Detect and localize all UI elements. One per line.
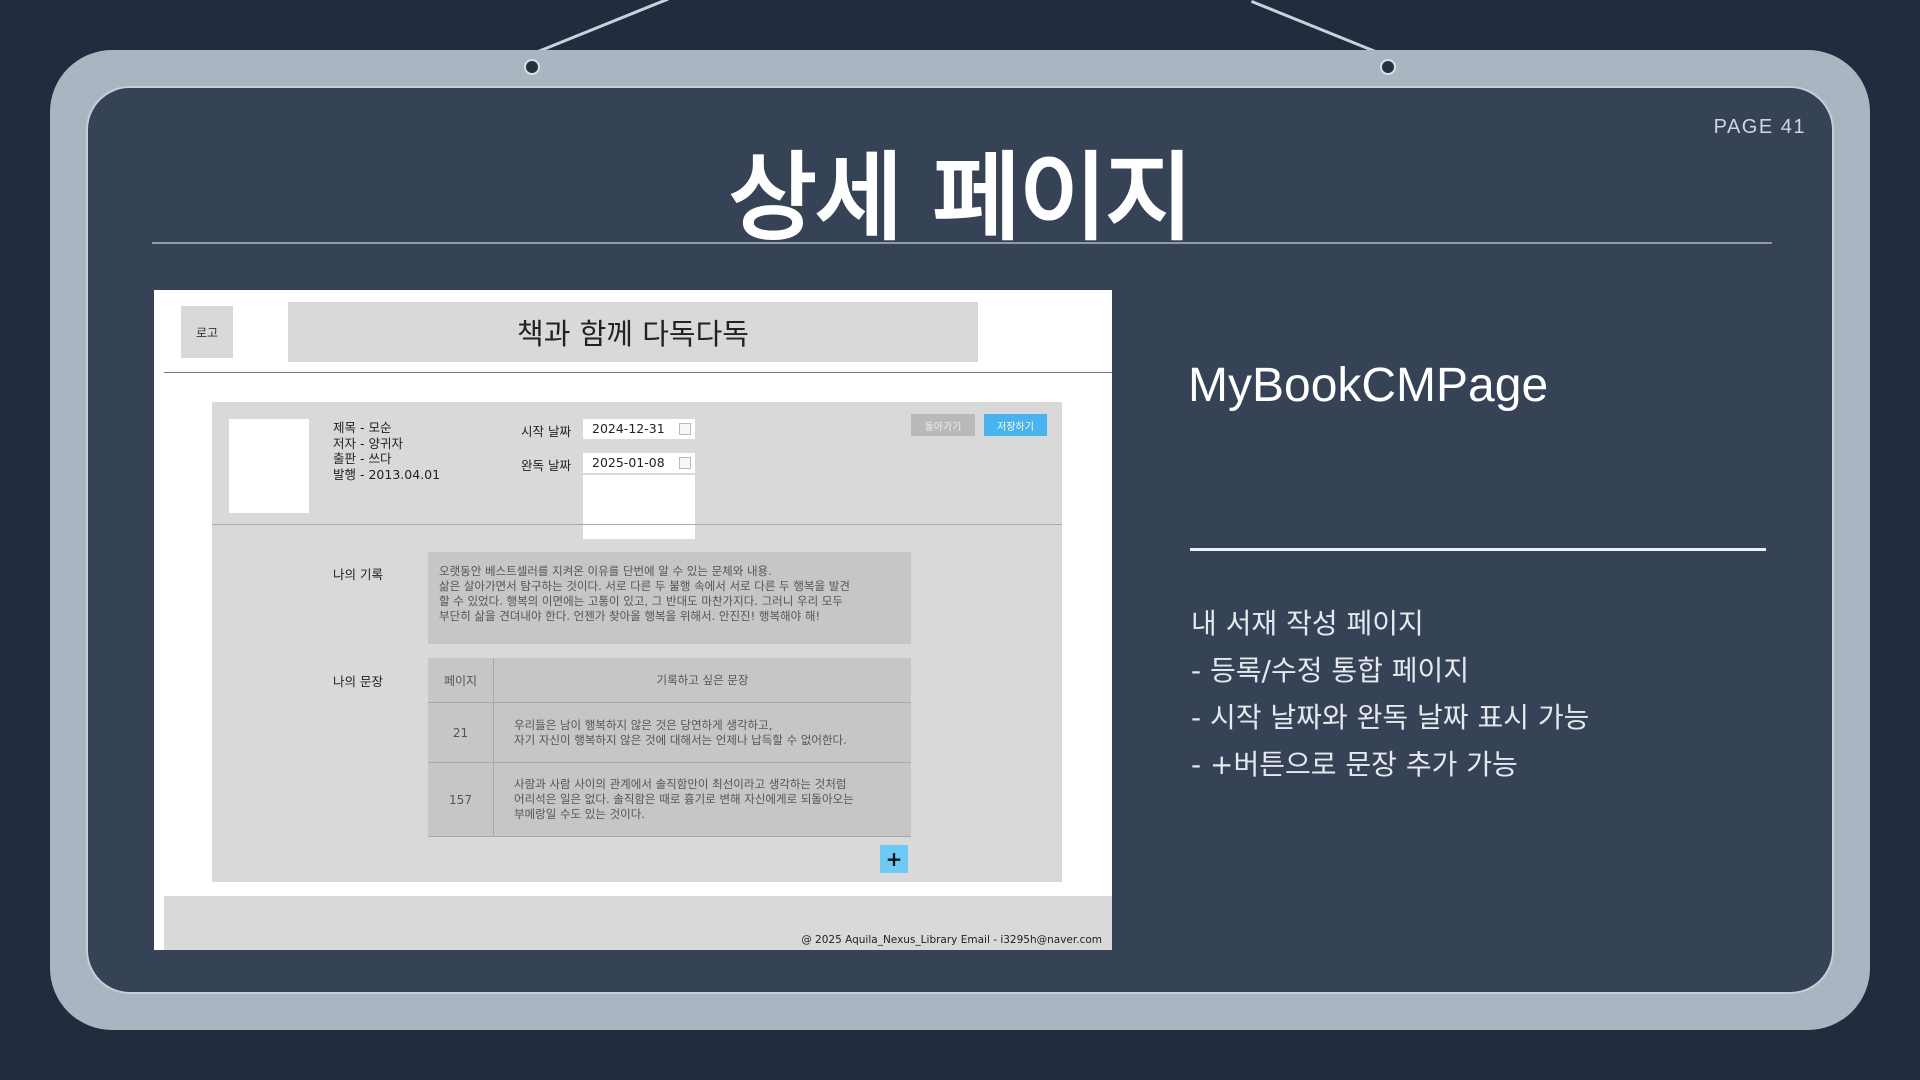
record-line: 오랫동안 베스트셀러를 지켜온 이유를 단번에 알 수 있는 문체와 내용.	[439, 564, 772, 578]
record-label: 나의 기록	[333, 567, 383, 582]
logo[interactable]: 로고	[181, 306, 233, 358]
book-cover-image	[229, 419, 309, 513]
sentence-text: 우리들은 남이 행복하지 않은 것은 당연하게 생각하고, 자기 자신이 행복하…	[494, 703, 911, 762]
sentence-page: 21	[428, 703, 494, 762]
sentence-line: 어리석은 일은 없다. 솔직함은 때로 흉기로 변해 자신에게로 되돌아오는	[514, 792, 854, 806]
title-divider	[152, 242, 1772, 244]
end-date-value: 2025-01-08	[592, 455, 665, 470]
book-published: 발행 - 2013.04.01	[333, 466, 441, 482]
sentence-line: 사람과 사람 사이의 관계에서 솔직함만이 최선이라고 생각하는 것처럼	[514, 777, 847, 791]
book-author: 저자 - 양귀자	[333, 435, 403, 451]
slide-frame: PAGE 41 상세 페이지 로고 책과 함께 다독다독 제목 - 모순 저자 …	[50, 50, 1870, 1030]
table-header-row: 페이지 기록하고 싶은 문장	[428, 658, 911, 703]
hanger-string-right	[1250, 0, 1382, 56]
calendar-icon[interactable]	[679, 423, 691, 435]
book-detail-panel: 제목 - 모순 저자 - 양귀자 출판 - 쓰다 발행 - 2013.04.01…	[212, 402, 1062, 882]
sentence-table: 페이지 기록하고 싶은 문장 21 우리들은 남이 행복하지 않은 것은 당연하…	[428, 658, 911, 837]
calendar-icon[interactable]	[679, 457, 691, 469]
sentence-line: 우리들은 남이 행복하지 않은 것은 당연하게 생각하고,	[514, 717, 773, 732]
description-line: - 등록/수정 통합 페이지	[1191, 654, 1470, 687]
page-column-header: 페이지	[428, 658, 494, 702]
sentence-page: 157	[428, 763, 494, 836]
header-divider	[164, 372, 1112, 373]
record-line: 부단히 삶을 견뎌내야 한다. 언젠가 찾아올 행복을 위해서. 안진진! 행복…	[439, 609, 821, 623]
sentence-line: 자기 자신이 행복하지 않은 것에 대해서는 언제나 납득할 수 없어한다.	[514, 732, 847, 747]
footer-text: @ 2025 Aquila_Nexus_Library Email - i329…	[801, 934, 1102, 946]
description-line: 내 서재 작성 페이지	[1191, 607, 1424, 640]
end-date-field[interactable]: 2025-01-08	[583, 453, 695, 473]
right-divider	[1190, 548, 1766, 551]
site-title: 책과 함께 다독다독	[288, 302, 978, 362]
page-title: 상세 페이지	[728, 142, 1193, 254]
start-date-label: 시작 날짜	[521, 424, 571, 439]
end-date-label: 완독 날짜	[521, 458, 571, 473]
pin-right	[1380, 59, 1396, 75]
book-publisher: 출판 - 쓰다	[333, 451, 392, 466]
slide-board: PAGE 41 상세 페이지 로고 책과 함께 다독다독 제목 - 모순 저자 …	[86, 86, 1834, 994]
record-line: 삶은 살아가면서 탐구하는 것이다. 서로 다른 두 불행 속에서 서로 다른 …	[439, 579, 850, 593]
sentence-column-header: 기록하고 싶은 문장	[656, 672, 749, 687]
book-meta: 제목 - 모순 저자 - 양귀자 출판 - 쓰다 발행 - 2013.04.01	[333, 420, 440, 482]
pin-left	[524, 59, 540, 75]
panel-divider	[212, 524, 1062, 525]
description-list: 내 서재 작성 페이지 - 등록/수정 통합 페이지 - 시작 날짜와 완독 날…	[1191, 600, 1589, 788]
footer: @ 2025 Aquila_Nexus_Library Email - i329…	[164, 896, 1112, 950]
record-textarea[interactable]: 오랫동안 베스트셀러를 지켜온 이유를 단번에 알 수 있는 문체와 내용. 삶…	[428, 552, 911, 644]
mockup-screenshot: 로고 책과 함께 다독다독 제목 - 모순 저자 - 양귀자 출판 - 쓰다 발…	[154, 290, 1112, 950]
book-title: 제목 - 모순	[333, 420, 392, 435]
sentence-line: 부메랑일 수도 있는 것이다.	[514, 807, 646, 821]
description-line: - 시작 날짜와 완독 날짜 표시 가능	[1191, 701, 1590, 734]
hanger-string-left	[538, 0, 669, 53]
sentence-text: 사람과 사람 사이의 관계에서 솔직함만이 최선이라고 생각하는 것처럼 어리석…	[494, 763, 911, 836]
date-picker-dropdown[interactable]	[583, 475, 695, 539]
table-row[interactable]: 157 사람과 사람 사이의 관계에서 솔직함만이 최선이라고 생각하는 것처럼…	[428, 763, 911, 837]
back-button[interactable]: 돌아가기	[911, 414, 975, 436]
component-name: MyBookCMPage	[1188, 359, 1549, 412]
table-row[interactable]: 21 우리들은 남이 행복하지 않은 것은 당연하게 생각하고, 자기 자신이 …	[428, 703, 911, 763]
record-line: 할 수 있었다. 행복의 이면에는 고통이 있고, 그 반대도 마찬가지다. 그…	[439, 594, 843, 608]
start-date-value: 2024-12-31	[592, 421, 665, 436]
description-line: - +버튼으로 문장 추가 가능	[1191, 748, 1518, 781]
add-sentence-button[interactable]: +	[880, 845, 908, 873]
sentence-label: 나의 문장	[333, 674, 383, 689]
start-date-field[interactable]: 2024-12-31	[583, 419, 695, 439]
save-button[interactable]: 저장하기	[984, 414, 1047, 436]
